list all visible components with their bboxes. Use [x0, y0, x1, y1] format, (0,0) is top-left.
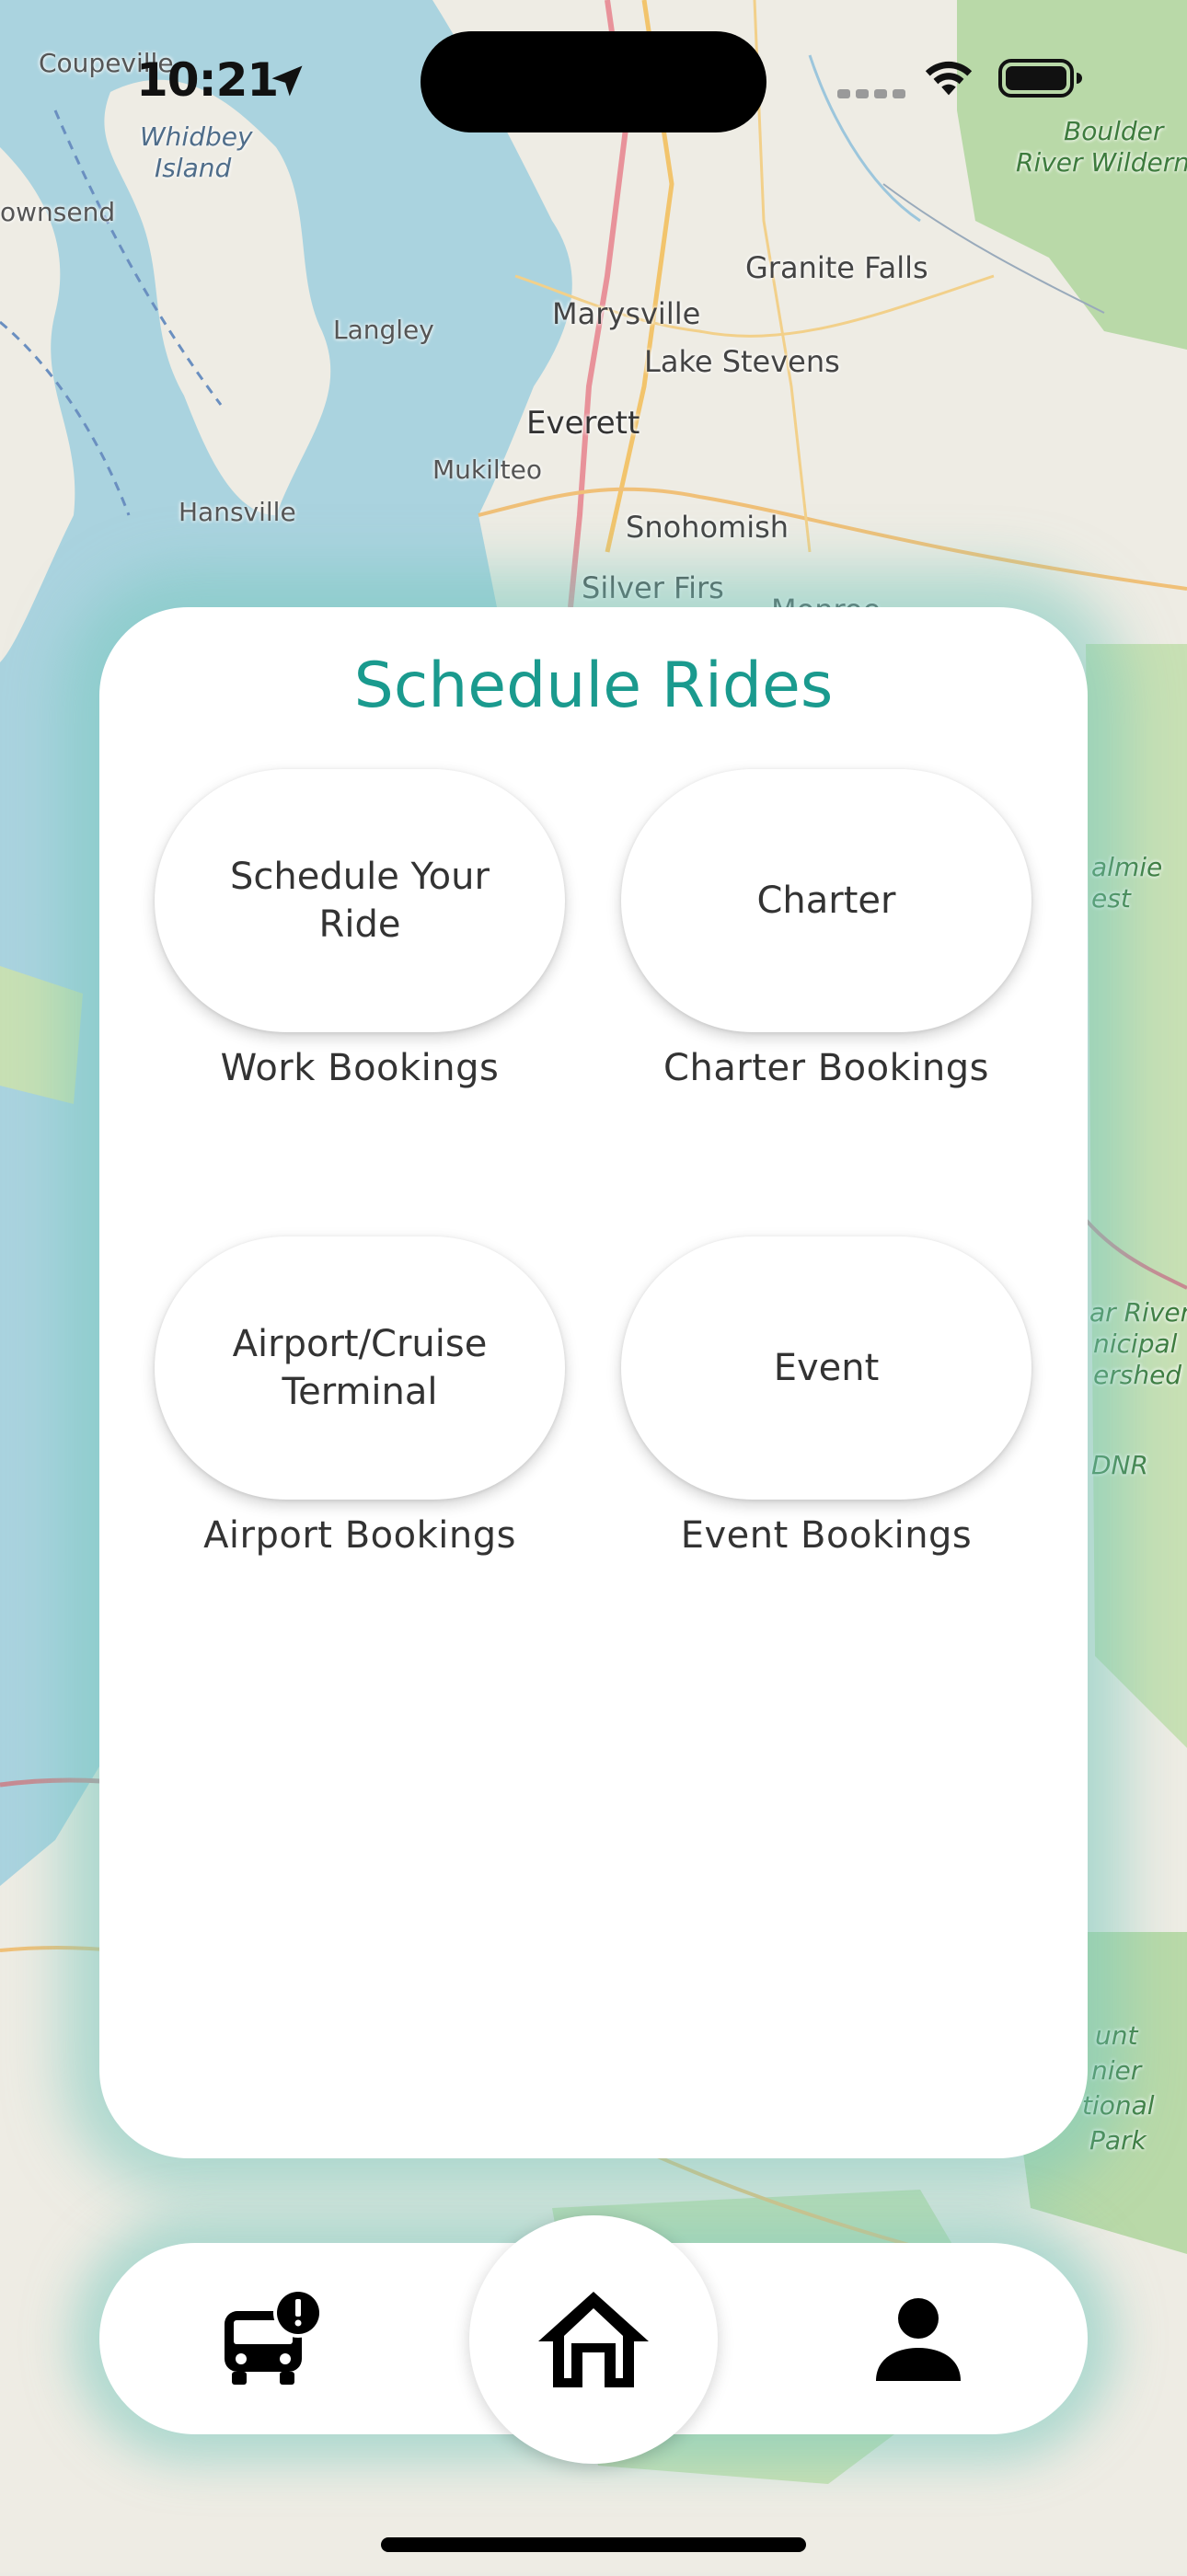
schedule-your-ride-button[interactable]: Schedule Your Ride — [155, 769, 565, 1032]
map-label-langley: Langley — [333, 315, 434, 345]
map-label-boulder: Boulder — [1064, 116, 1164, 146]
map-label-everett: Everett — [526, 405, 640, 442]
map-label-dnr: DNR — [1091, 1450, 1148, 1480]
airport-cruise-terminal-button[interactable]: Airport/Cruise Terminal — [155, 1236, 565, 1500]
map-label-silver-firs: Silver Firs — [582, 570, 724, 605]
event-button[interactable]: Event — [621, 1236, 1031, 1500]
map-label-mukilteo: Mukilteo — [432, 454, 543, 485]
map-label-whidbey: Whidbey — [140, 121, 253, 152]
location-arrow-icon — [271, 65, 303, 97]
map-label-est: est — [1091, 883, 1131, 914]
home-indicator — [381, 2537, 806, 2552]
map-label-island: Island — [155, 153, 232, 183]
airport-cruise-terminal-label: Airport/Cruise Terminal — [232, 1323, 488, 1413]
charter-button[interactable]: Charter — [621, 769, 1031, 1032]
map-label-snohomish: Snohomish — [626, 510, 789, 545]
map-label-river-wilderness: River Wilderne — [1016, 147, 1187, 178]
home-icon — [538, 2292, 649, 2387]
wifi-icon — [925, 61, 973, 96]
map-label-park: Park — [1089, 2125, 1147, 2156]
map-label-almie: almie — [1091, 852, 1163, 882]
map-label-marysville: Marysville — [552, 296, 701, 331]
map-label-river: ar River — [1089, 1297, 1187, 1328]
dynamic-island — [421, 31, 766, 132]
event-bookings-caption: Event Bookings — [680, 1514, 973, 1557]
map-label-mount: unt — [1095, 2020, 1138, 2051]
bus-alert-icon[interactable] — [221, 2287, 324, 2386]
person-icon[interactable] — [874, 2296, 962, 2383]
map-label-hansville: Hansville — [179, 497, 296, 527]
map-label-townsend: ownsend — [0, 197, 116, 227]
card-title: Schedule Rides — [353, 650, 834, 722]
map-label-national: tional — [1082, 2090, 1155, 2121]
map-label-lake-stevens: Lake Stevens — [644, 344, 840, 379]
battery-icon — [998, 59, 1082, 98]
cellular-signal-icon — [837, 85, 911, 102]
charter-label: Charter — [756, 880, 896, 922]
map-label-municipal: nicipal — [1093, 1328, 1178, 1359]
charter-bookings-caption: Charter Bookings — [663, 1047, 989, 1089]
airport-bookings-caption: Airport Bookings — [203, 1514, 516, 1557]
status-time: 10:21 — [136, 53, 279, 107]
schedule-your-ride-label: Schedule Your Ride — [230, 856, 490, 946]
home-nav-button[interactable] — [469, 2215, 718, 2464]
map-label-granite-falls: Granite Falls — [745, 250, 928, 285]
event-label: Event — [773, 1347, 880, 1389]
map-label-watershed: ershed — [1093, 1360, 1182, 1390]
map-label-rainier: nier — [1091, 2055, 1142, 2086]
work-bookings-caption: Work Bookings — [220, 1047, 500, 1089]
